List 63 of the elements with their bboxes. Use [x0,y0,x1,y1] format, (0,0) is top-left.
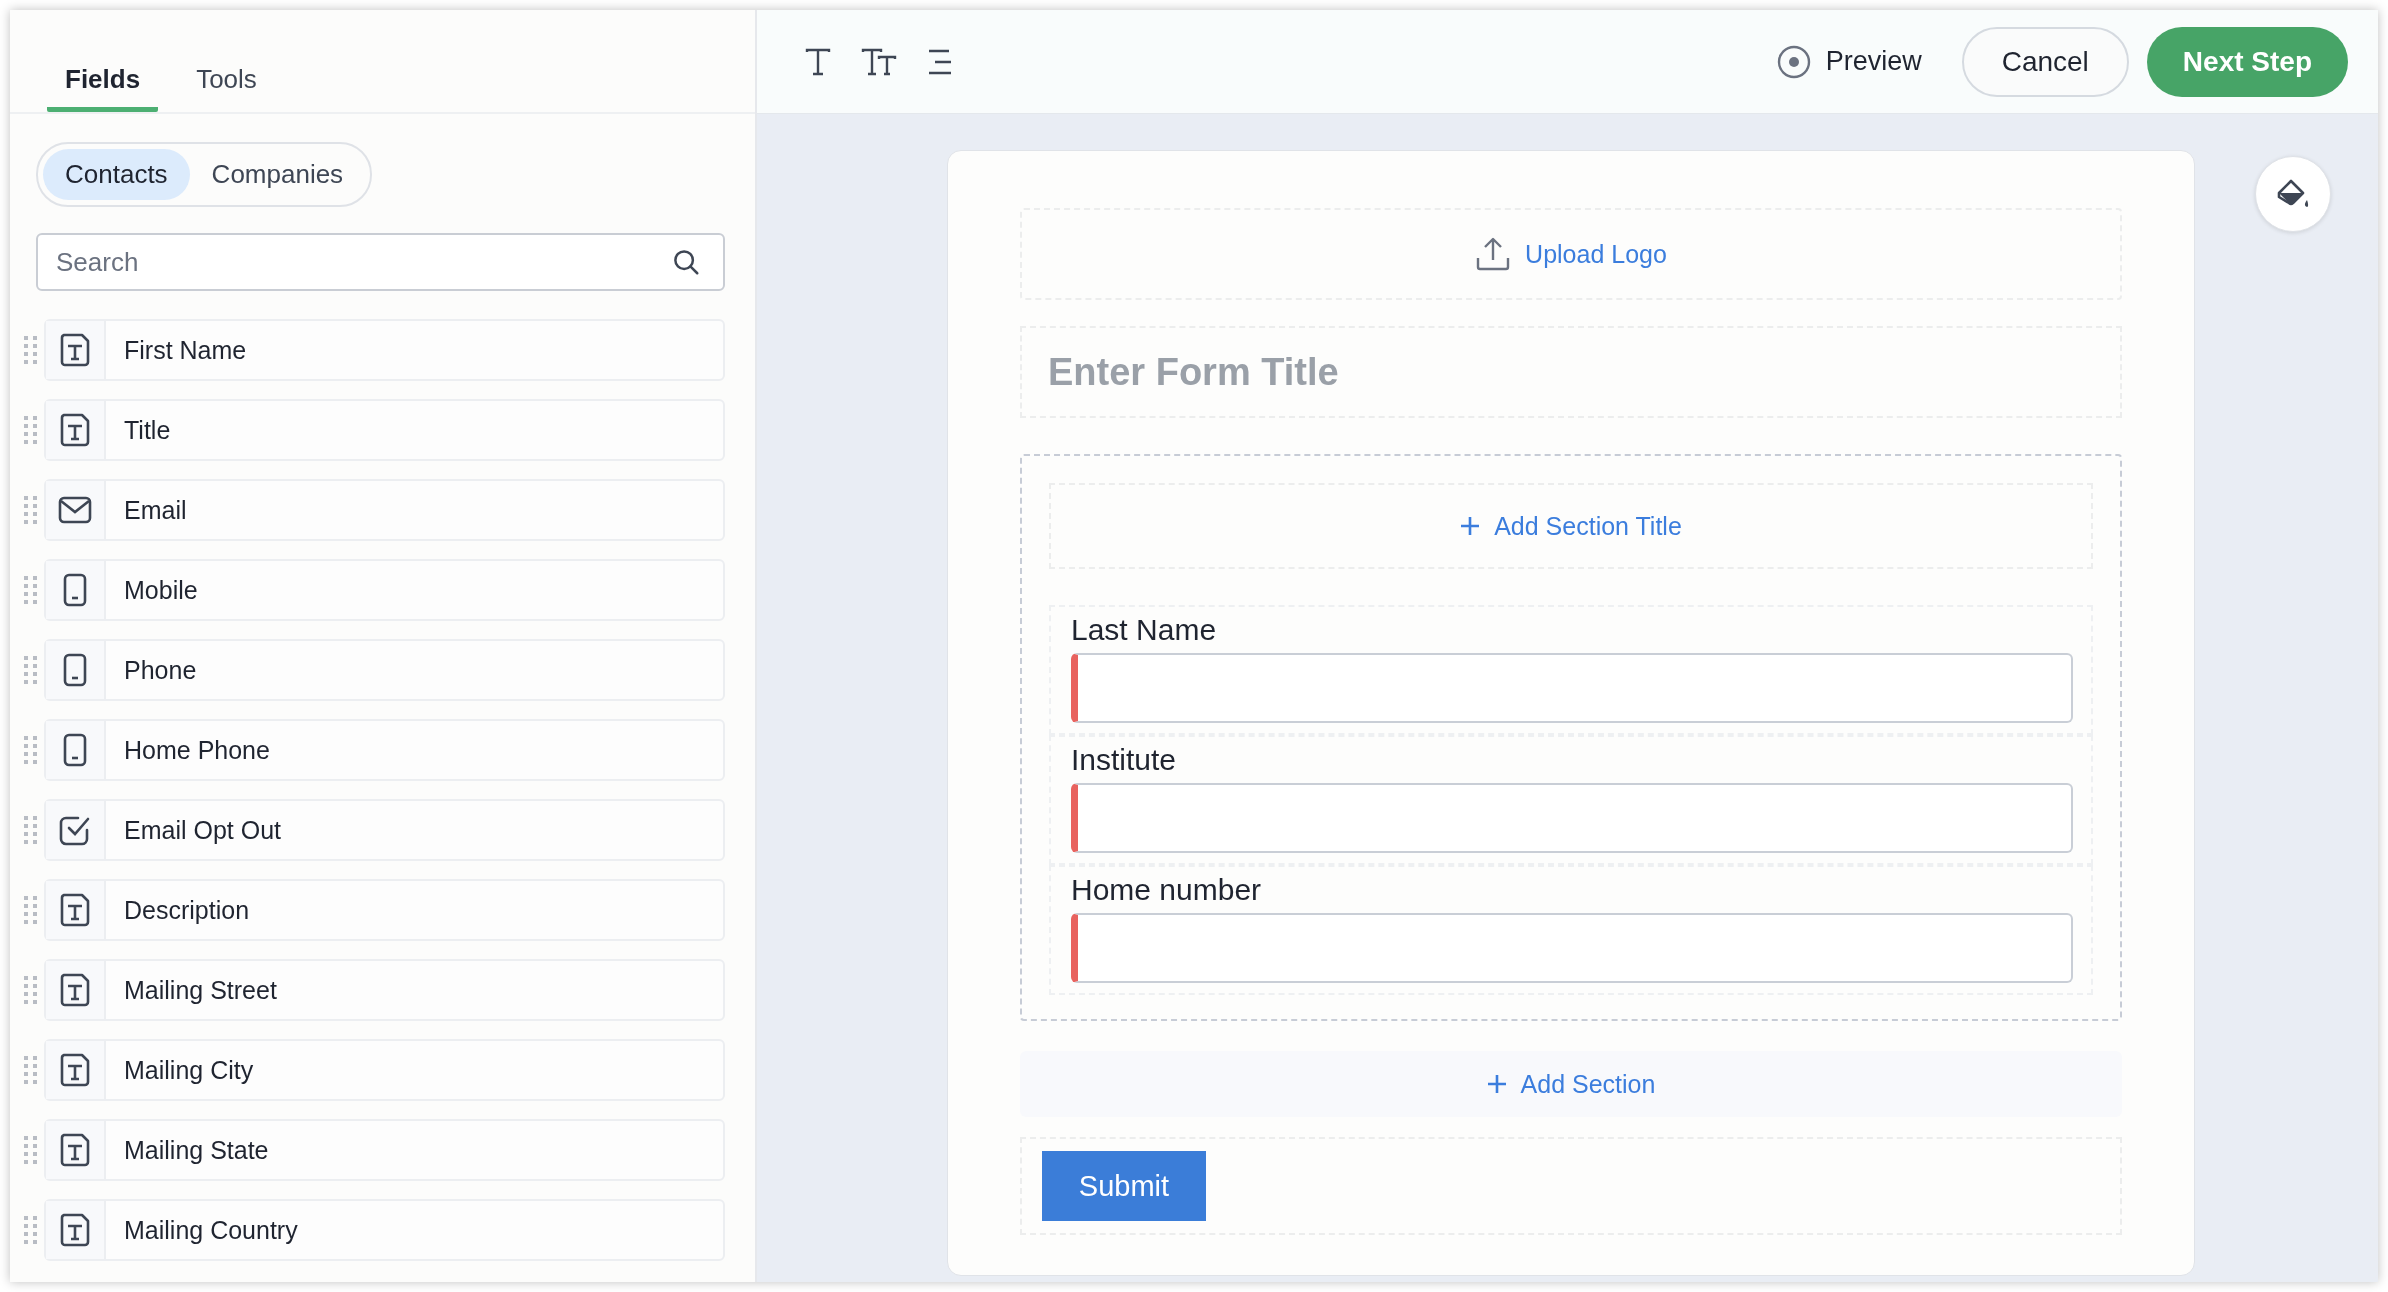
plus-icon [1486,1074,1507,1094]
text-field-icon [60,333,90,367]
text-field-icon [60,893,90,927]
text-field-icon [60,1213,90,1247]
checkbox-icon [59,814,91,846]
segment-button[interactable]: Companies [189,149,366,200]
text-field-icon [60,1053,90,1087]
add-section-button[interactable]: Add Section [1020,1051,2122,1117]
segment-button[interactable]: Contacts [43,149,190,200]
text-size-icon[interactable] [861,47,897,76]
align-icon[interactable] [927,47,953,76]
drag-handle-icon[interactable] [24,1056,38,1084]
field-label: Institute [1071,743,1178,777]
field-item[interactable]: Phone [44,639,725,701]
field-item[interactable]: Mailing City [44,1039,725,1101]
drag-handle-icon[interactable] [24,896,38,924]
field-label: Last Name [1071,613,1218,647]
form-title-field[interactable]: Enter Form Title [1020,326,2122,418]
search-icon [671,247,701,277]
panel-tab[interactable]: Tools [178,64,275,112]
drag-handle-icon[interactable] [24,336,38,364]
paint-bucket-button[interactable] [2255,156,2331,232]
field-item[interactable]: Mailing Street [44,959,725,1021]
envelope-icon [58,496,92,524]
drag-handle-icon[interactable] [24,976,38,1004]
drag-handle-icon[interactable] [24,496,38,524]
text-input[interactable] [1071,913,2073,983]
field-item[interactable]: Email Opt Out [44,799,725,861]
phone-icon [63,733,87,767]
text-field-icon [60,1133,90,1167]
field-item[interactable]: Home Phone [44,719,725,781]
plus-icon [1460,516,1481,536]
text-input[interactable] [1071,653,2073,723]
text-icon[interactable] [805,47,831,76]
field-item[interactable]: Email [44,479,725,541]
drag-handle-icon[interactable] [24,416,38,444]
upload-icon [1475,236,1512,272]
field-item[interactable]: Mailing Country [44,1199,725,1261]
drag-handle-icon[interactable] [24,1136,38,1164]
panel-tab[interactable]: Fields [47,64,159,112]
phone-icon [63,653,87,687]
submit-button[interactable]: Submit [1042,1151,1206,1221]
drag-handle-icon[interactable] [24,576,38,604]
field-item[interactable]: Mobile [44,559,725,621]
text-input[interactable] [1071,783,2073,853]
drag-handle-icon[interactable] [24,736,38,764]
add-section-title-button[interactable]: Add Section Title [1049,483,2093,569]
upload-logo-button[interactable]: Upload Logo [1020,208,2122,300]
eye-icon [1775,43,1812,80]
field-item[interactable]: First Name [44,319,725,381]
text-field-icon [60,413,90,447]
field-label: Home number [1071,873,1263,907]
cancel-button[interactable]: Cancel [1961,26,2129,97]
drag-handle-icon[interactable] [24,656,38,684]
drag-handle-icon[interactable] [24,1216,38,1244]
field-item[interactable]: Mailing State [44,1119,725,1181]
field-item[interactable]: Title [44,399,725,461]
text-field-icon [60,973,90,1007]
field-item[interactable]: Description [44,879,725,941]
search-field[interactable]: Search [36,233,725,291]
phone-icon [63,573,87,607]
drag-handle-icon[interactable] [24,816,38,844]
preview-button[interactable]: Preview [1769,42,1928,81]
